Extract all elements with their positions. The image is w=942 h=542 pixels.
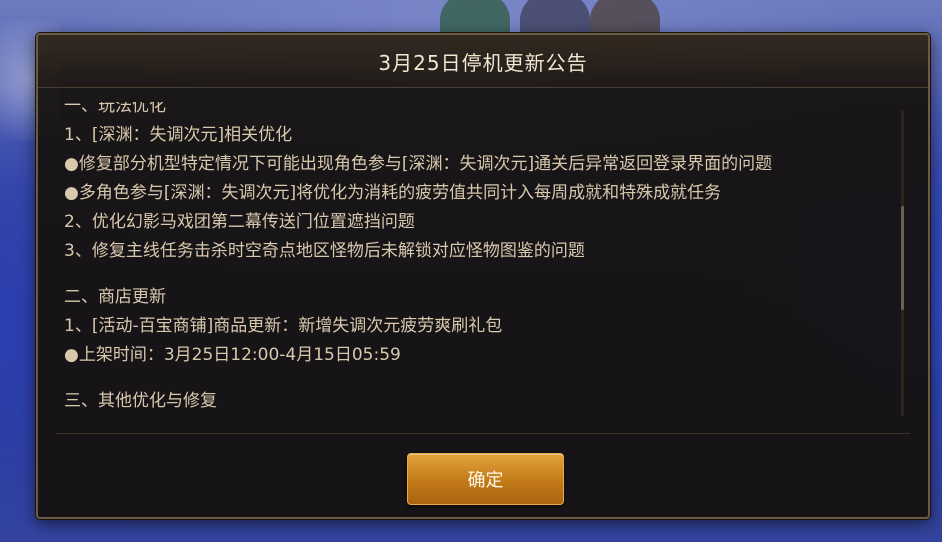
scrollbar[interactable]	[901, 110, 904, 416]
list-item: ●多角色参与[深渊：失调次元]将优化为消耗的疲劳值共同计入每周成就和特殊成就任务	[64, 183, 722, 203]
list-item: 1、[深渊：失调次元]相关优化	[64, 125, 293, 145]
list-item: 3、修复主线任务击杀时空奇点地区怪物后未解锁对应怪物图鉴的问题	[64, 241, 585, 261]
list-item: ●上架时间：3月25日12:00-4月15日05:59	[64, 345, 401, 365]
dialog-title: 3月25日停机更新公告	[378, 50, 588, 75]
list-item: 2、优化幻影马戏团第二幕传送门位置遮挡问题	[64, 212, 415, 232]
background-footer	[200, 522, 760, 538]
list-item: 1、[活动-百宝商铺]商品更新：新增失调次元疲劳爽刷礼包	[64, 316, 503, 336]
section-heading: 一、玩法优化	[64, 102, 166, 116]
announcement-content[interactable]: 一、玩法优化 1、[深渊：失调次元]相关优化 ●修复部分机型特定情况下可能出现角…	[56, 102, 904, 416]
divider	[56, 433, 910, 434]
confirm-button[interactable]: 确定	[407, 453, 564, 505]
announcement-text: 一、玩法优化 1、[深渊：失调次元]相关优化 ●修复部分机型特定情况下可能出现角…	[56, 102, 886, 416]
announcement-dialog: 3月25日停机更新公告 一、玩法优化 1、[深渊：失调次元]相关优化 ●修复部分…	[36, 33, 930, 519]
list-item: ●修复部分机型特定情况下可能出现角色参与[深渊：失调次元]通关后异常返回登录界面…	[64, 154, 773, 174]
section-heading: 三、其他优化与修复	[64, 391, 217, 411]
section-heading: 二、商店更新	[64, 287, 166, 307]
game-background: 3月25日停机更新公告 一、玩法优化 1、[深渊：失调次元]相关优化 ●修复部分…	[0, 0, 942, 542]
scrollbar-thumb[interactable]	[901, 206, 904, 310]
dialog-header: 3月25日停机更新公告	[38, 35, 928, 88]
